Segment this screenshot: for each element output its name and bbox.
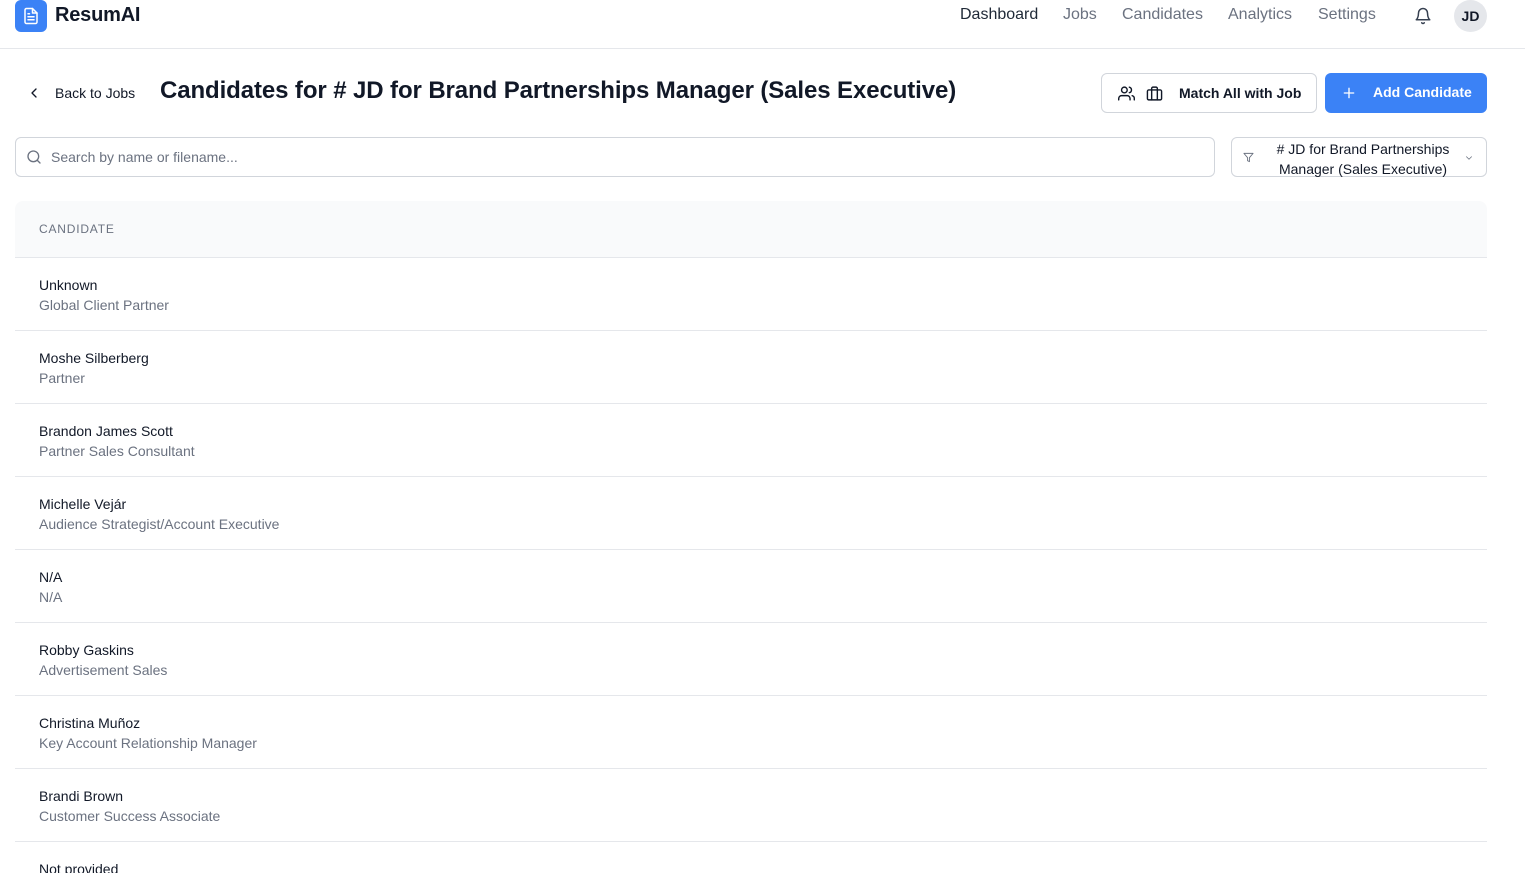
add-candidate-button[interactable]: Add Candidate	[1325, 73, 1487, 113]
candidate-title: Partner	[39, 370, 85, 386]
table-row[interactable]: Robby Gaskins Advertisement Sales	[15, 623, 1487, 696]
candidate-title: N/A	[39, 589, 63, 605]
main-nav: Dashboard Jobs Candidates Analytics Sett…	[0, 6, 1525, 28]
table-row[interactable]: Brandi Brown Customer Success Associate	[15, 769, 1487, 842]
add-candidate-label: Add Candidate	[1373, 84, 1472, 100]
table-row[interactable]: N/A N/A	[15, 550, 1487, 623]
job-filter-select[interactable]: # JD for Brand Partnerships Manager (Sal…	[1231, 137, 1487, 177]
users-icon	[1118, 86, 1135, 101]
candidate-title: Advertisement Sales	[39, 662, 168, 678]
table-header: CANDIDATE	[15, 201, 1487, 258]
search-input[interactable]	[51, 139, 1201, 175]
top-navbar: ResumAI Dashboard Jobs Candidates Analyt…	[0, 0, 1525, 49]
candidate-name: Not provided	[39, 861, 119, 873]
briefcase-icon	[1146, 86, 1163, 101]
candidate-name: Michelle Vejár	[39, 496, 127, 512]
candidate-title: Audience Strategist/Account Executive	[39, 516, 280, 532]
bell-icon[interactable]	[1414, 7, 1432, 25]
candidate-name: N/A	[39, 569, 63, 585]
candidate-name: Moshe Silberberg	[39, 350, 149, 366]
nav-settings[interactable]: Settings	[1318, 6, 1376, 24]
back-label: Back to Jobs	[55, 85, 136, 101]
candidate-title: Key Account Relationship Manager	[39, 735, 257, 751]
table-row[interactable]: Not provided	[15, 842, 1487, 873]
match-all-label: Match All with Job	[1179, 85, 1302, 101]
candidate-name: Brandi Brown	[39, 788, 124, 804]
table-row[interactable]: Unknown Global Client Partner	[15, 258, 1487, 331]
nav-analytics[interactable]: Analytics	[1228, 6, 1292, 24]
table-row[interactable]: Michelle Vejár Audience Strategist/Accou…	[15, 477, 1487, 550]
nav-dashboard[interactable]: Dashboard	[960, 6, 1038, 24]
candidate-name: Unknown	[39, 277, 98, 293]
match-all-button[interactable]: Match All with Job	[1101, 73, 1317, 113]
nav-jobs[interactable]: Jobs	[1063, 6, 1097, 24]
candidates-table: CANDIDATE Unknown Global Client Partner …	[15, 201, 1487, 873]
column-header-candidate: CANDIDATE	[39, 222, 115, 236]
candidate-title: Partner Sales Consultant	[39, 443, 195, 459]
candidate-name: Robby Gaskins	[39, 642, 134, 658]
filter-icon	[1243, 152, 1254, 163]
user-avatar[interactable]: JD	[1454, 0, 1487, 32]
nav-candidates[interactable]: Candidates	[1122, 6, 1203, 24]
plus-icon	[1343, 87, 1355, 99]
table-row[interactable]: Christina Muñoz Key Account Relationship…	[15, 696, 1487, 769]
table-row[interactable]: Moshe Silberberg Partner	[15, 331, 1487, 404]
job-filter-value: # JD for Brand Partnerships Manager (Sal…	[1276, 141, 1450, 177]
candidate-name: Brandon James Scott	[39, 423, 173, 439]
candidate-name: Christina Muñoz	[39, 715, 141, 731]
chevron-down-icon	[1466, 156, 1472, 160]
back-to-jobs-link[interactable]: Back to Jobs	[26, 82, 135, 104]
search-box	[15, 137, 1215, 177]
page-title: Candidates for # JD for Brand Partnershi…	[160, 77, 957, 104]
candidate-title: Global Client Partner	[39, 297, 169, 313]
chevron-left-icon	[31, 88, 37, 98]
candidate-title: Customer Success Associate	[39, 808, 221, 824]
search-icon	[27, 150, 41, 164]
table-row[interactable]: Brandon James Scott Partner Sales Consul…	[15, 404, 1487, 477]
